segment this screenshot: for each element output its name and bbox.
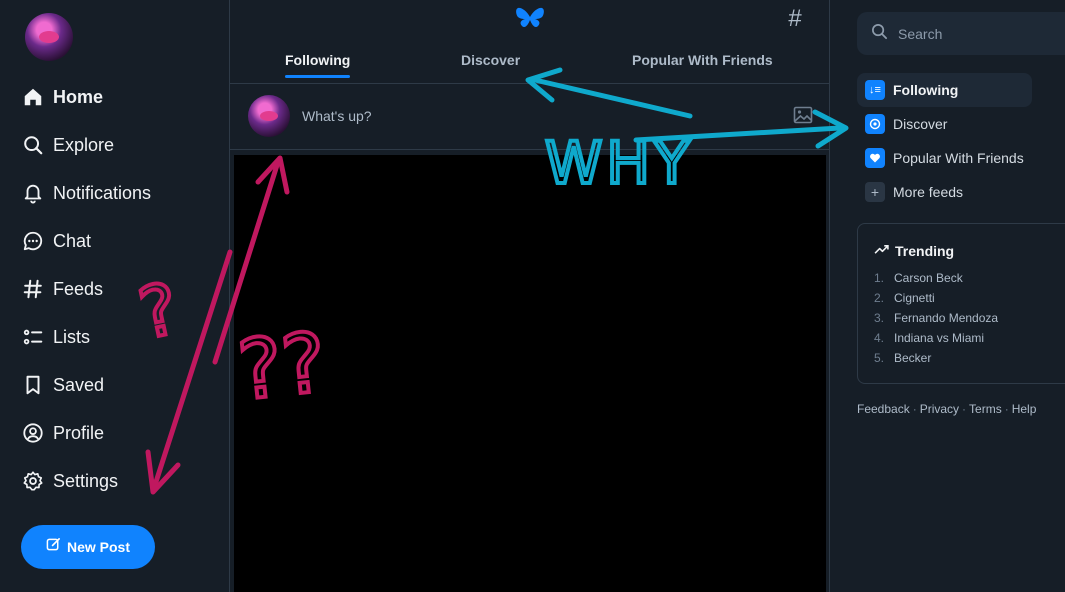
nav-item-saved[interactable]: Saved [21, 361, 151, 409]
chat-icon [21, 229, 45, 253]
trending-up-icon [874, 242, 889, 260]
hash-icon [21, 277, 45, 301]
trending-list: 1. Carson Beck 2. Cignetti 3. Fernando Mend… [874, 271, 998, 371]
nav-item-explore[interactable]: Explore [21, 121, 151, 169]
feed-link-more-feeds[interactable]: + More feeds [857, 175, 1032, 209]
trend-label: Becker [894, 351, 932, 365]
nav-label: Notifications [53, 182, 152, 203]
footer-links: Feedback · Privacy · Terms · Help [857, 402, 1037, 416]
search-placeholder: Search [898, 25, 943, 42]
trend-number: 1. [874, 271, 885, 285]
nav-item-settings[interactable]: Settings [21, 457, 151, 505]
feeds-hash-icon[interactable]: # [782, 6, 808, 32]
feed-header: # Following Discover Popular With Friend… [230, 0, 829, 84]
trending-item[interactable]: 4. Indiana vs Miami [874, 331, 998, 351]
user-circle-icon [21, 421, 45, 445]
nav-item-chat[interactable]: Chat [21, 217, 151, 265]
nav-label: Lists [53, 326, 91, 347]
feed-link-label: More feeds [893, 184, 964, 200]
nav-item-feeds[interactable]: Feeds [21, 265, 151, 313]
trending-item[interactable]: 2. Cignetti [874, 291, 998, 311]
trend-number: 2. [874, 291, 885, 305]
trending-item[interactable]: 1. Carson Beck [874, 271, 998, 291]
feed-link-following[interactable]: ↓≡ Following [857, 73, 1032, 107]
trending-item[interactable]: 3. Fernando Mendoza [874, 311, 998, 331]
feedback-link[interactable]: Feedback [857, 402, 910, 416]
avatar[interactable] [25, 13, 73, 61]
following-feed-icon: ↓≡ [865, 80, 885, 100]
tab-discover[interactable]: Discover [461, 52, 520, 68]
right-sidebar: Search ↓≡ Following Discover Popular Wit… [857, 0, 1065, 592]
nav-item-home[interactable]: Home [21, 73, 151, 121]
list-icon [21, 325, 45, 349]
feed-link-label: Following [893, 82, 959, 98]
trend-label: Carson Beck [894, 271, 963, 285]
nav-label: Feeds [53, 278, 104, 299]
heart-icon [865, 148, 885, 168]
post-composer[interactable]: What's up? [230, 84, 829, 150]
bookmark-icon [21, 373, 45, 397]
bell-icon [21, 181, 45, 205]
terms-link[interactable]: Terms [969, 402, 1002, 416]
trending-title: Trending [895, 243, 955, 259]
trend-label: Cignetti [894, 291, 935, 305]
nav-label: Explore [53, 134, 115, 155]
left-sidebar: Home Explore Notifications Chat Feeds Li… [0, 0, 229, 592]
nav-label: Chat [53, 230, 92, 251]
nav-label: Saved [53, 374, 105, 395]
primary-nav: Home Explore Notifications Chat Feeds Li… [21, 73, 151, 505]
trend-number: 4. [874, 331, 885, 345]
nav-label: Settings [53, 470, 119, 491]
trend-number: 5. [874, 351, 885, 365]
pinned-feeds: ↓≡ Following Discover Popular With Frien… [857, 73, 1032, 209]
avatar [248, 95, 290, 137]
privacy-link[interactable]: Privacy [920, 402, 959, 416]
trending-card: Trending 1. Carson Beck 2. Cignetti 3. Fern… [857, 223, 1065, 384]
nav-item-notifications[interactable]: Notifications [21, 169, 151, 217]
trending-item[interactable]: 5. Becker [874, 351, 998, 371]
tab-following[interactable]: Following [285, 52, 351, 78]
edit-icon [46, 537, 61, 557]
feed-link-label: Popular With Friends [893, 150, 1024, 166]
nav-item-profile[interactable]: Profile [21, 409, 151, 457]
composer-placeholder: What's up? [302, 108, 372, 124]
search-input[interactable]: Search [857, 12, 1065, 55]
main-feed-column: # Following Discover Popular With Friend… [229, 0, 830, 592]
feed-link-discover[interactable]: Discover [857, 107, 1032, 141]
nav-label: Profile [53, 422, 105, 443]
nav-item-lists[interactable]: Lists [21, 313, 151, 361]
new-post-label: New Post [66, 539, 130, 555]
home-icon [21, 85, 45, 109]
gear-icon [21, 469, 45, 493]
feed-link-popular-with-friends[interactable]: Popular With Friends [857, 141, 1032, 175]
trending-header: Trending [874, 242, 954, 260]
plus-icon: + [865, 182, 885, 202]
tab-popular-with-friends[interactable]: Popular With Friends [632, 52, 773, 68]
discover-feed-icon [865, 114, 885, 134]
search-icon [871, 23, 888, 45]
new-post-button[interactable]: New Post [21, 525, 155, 569]
feed-content-blank [234, 155, 826, 592]
trend-label: Fernando Mendoza [894, 311, 999, 325]
butterfly-logo-icon[interactable] [515, 6, 545, 32]
help-link[interactable]: Help [1012, 402, 1037, 416]
nav-label: Home [53, 86, 104, 107]
trend-number: 3. [874, 311, 885, 325]
image-icon[interactable] [793, 105, 813, 125]
search-icon [21, 133, 45, 157]
feed-link-label: Discover [893, 116, 948, 132]
trend-label: Indiana vs Miami [894, 331, 985, 345]
